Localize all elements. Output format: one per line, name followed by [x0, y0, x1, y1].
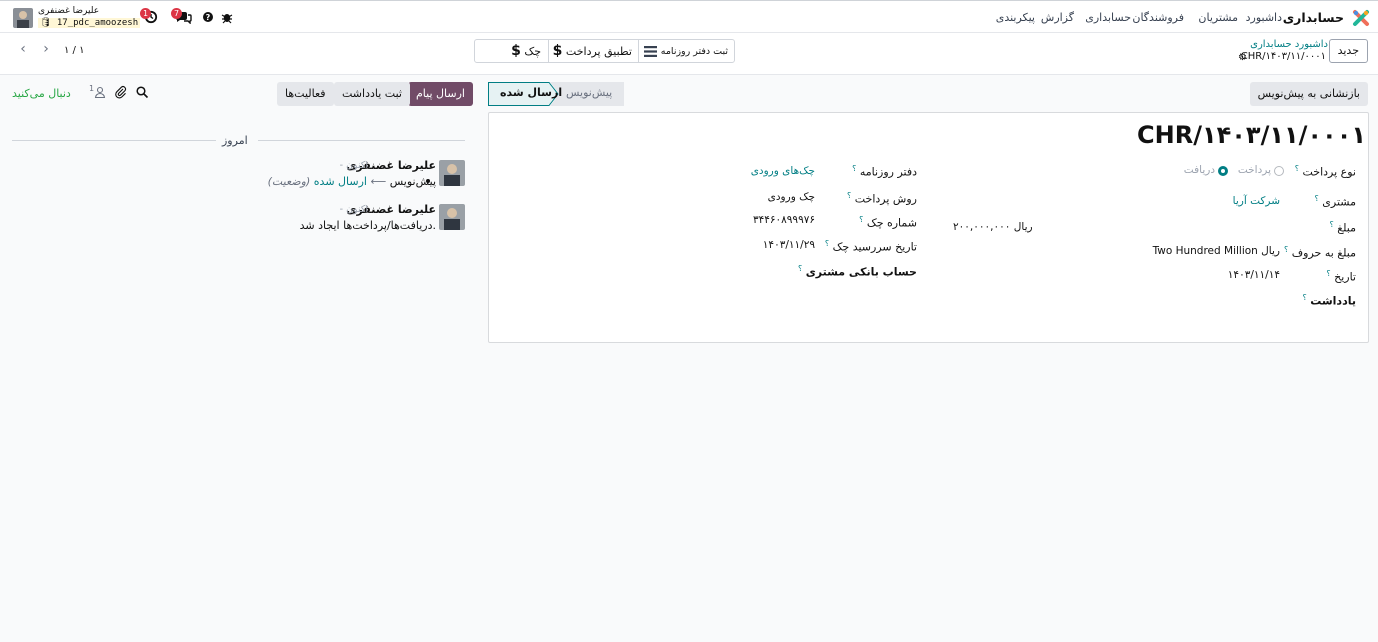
messages-badge: 7: [171, 8, 183, 19]
amount-label: مبلغ ؟: [1329, 220, 1356, 235]
check-button[interactable]: $ چک: [511, 40, 541, 62]
date-separator-today: امروز: [222, 134, 248, 147]
control-panel: جدید داشبورد حسابداری CHR/۱۴۰۳/۱۱/۰۰۰۱ ⚙…: [0, 33, 1378, 75]
amount-value[interactable]: ریال ۲۰۰,۰۰۰,۰۰۰: [953, 221, 1033, 233]
activities-button[interactable]: فعالیت‌ها: [277, 82, 334, 106]
log-note-button[interactable]: ثبت یادداشت: [334, 82, 410, 106]
date-label: تاریخ ؟: [1326, 269, 1356, 284]
database-name: 🛢 17_pdc_amoozesh: [38, 18, 141, 28]
check-due-date-label: تاریخ سررسید چک ؟: [824, 239, 917, 254]
breadcrumb-parent[interactable]: داشبورد حسابداری: [1250, 39, 1328, 50]
journal-entry-button[interactable]: ثبت دفتر روزنامه: [644, 40, 728, 62]
search-icon[interactable]: [135, 85, 149, 99]
svg-text:?: ?: [206, 13, 211, 22]
apply-payment-button[interactable]: $ تطبیق پرداخت: [553, 40, 632, 62]
pager-next-icon[interactable]: ›: [37, 41, 55, 59]
check-due-date-value[interactable]: ۱۴۰۳/۱۱/۲۹: [763, 239, 815, 251]
tracking-change: پیش‌نویس ⟵ ارسال شده (وضعیت): [267, 175, 436, 188]
message-avatar[interactable]: [439, 160, 465, 186]
customer-bank-account-label: حساب بانکی مشتری ؟: [797, 264, 917, 279]
pager-prev-icon[interactable]: ‹: [14, 41, 32, 59]
pager-value[interactable]: ۱ / ۱: [64, 45, 84, 56]
journal-label: دفتر روزنامه ؟: [852, 164, 917, 179]
menu-vendors[interactable]: فروشندگان: [1132, 11, 1184, 24]
help-icon[interactable]: ?: [201, 10, 215, 24]
menu-dashboard[interactable]: داشبورد: [1246, 11, 1282, 24]
separator: [638, 40, 639, 62]
divider: [12, 140, 216, 141]
activity-badge: 1: [140, 8, 152, 19]
reset-to-draft-button[interactable]: بازنشانی به پیش‌نویس: [1249, 82, 1368, 106]
radio-payment[interactable]: [1274, 166, 1284, 176]
stage-posted[interactable]: ارسال شده: [500, 82, 562, 106]
followers-icon[interactable]: [93, 85, 107, 99]
bullet: [426, 179, 430, 183]
separator: [548, 40, 549, 62]
payment-method-value[interactable]: چک ورودی: [768, 191, 815, 203]
breadcrumb-current: CHR/۱۴۰۳/۱۱/۰۰۰۱: [1240, 51, 1326, 62]
payment-method-label: روش پرداخت ؟: [847, 191, 917, 206]
message-time: - اکنون: [339, 160, 368, 171]
bars-icon: [644, 45, 658, 57]
menu-accounting[interactable]: حسابداری: [1085, 11, 1131, 24]
menu-customers[interactable]: مشتریان: [1198, 11, 1238, 24]
gear-icon[interactable]: ⚙: [1238, 52, 1247, 63]
followers-count: 1: [89, 84, 95, 93]
following-button[interactable]: دنبال می‌کنید: [12, 87, 71, 100]
arrow-left-icon: ⟵: [370, 175, 387, 188]
menu-configuration[interactable]: پیکربندی: [996, 11, 1035, 24]
user-avatar[interactable]: [13, 8, 33, 28]
action-buttons: ثبت دفتر روزنامه $ تطبیق پرداخت $ چک: [474, 39, 735, 63]
new-button[interactable]: جدید: [1328, 39, 1368, 63]
debug-bug-icon[interactable]: [220, 10, 234, 24]
check-number-value[interactable]: ۳۴۴۶۰۸۹۹۹۷۶: [753, 214, 815, 226]
journal-value[interactable]: چک‌های ورودی: [751, 165, 815, 177]
app-name[interactable]: حسابداری: [1283, 10, 1344, 25]
customer-value[interactable]: شرکت آریا: [1233, 195, 1280, 207]
user-name[interactable]: علیرضا غضنفری: [38, 6, 99, 16]
radio-receive-label[interactable]: دریافت: [1184, 164, 1215, 176]
paperclip-icon[interactable]: [114, 85, 128, 99]
note-label: یادداشت ؟: [1302, 293, 1356, 308]
radio-payment-label[interactable]: پرداخت: [1238, 164, 1271, 176]
amount-in-words-value: Two Hundred Million ریال: [1152, 245, 1280, 257]
message-avatar[interactable]: [439, 204, 465, 230]
radio-receive[interactable]: [1218, 166, 1228, 176]
stage-draft[interactable]: پیش‌نویس: [566, 82, 612, 106]
check-number-label: شماره چک ؟: [859, 215, 917, 230]
message-time: - اکنون: [339, 204, 368, 215]
record-title: CHR/۱۴۰۳/۱۱/۰۰۰۱: [1137, 121, 1366, 149]
divider: [258, 140, 465, 141]
dollar-icon: $: [511, 43, 521, 59]
message-body: دریافت‌ها/پرداخت‌ها ایجاد شد.: [299, 219, 436, 232]
app-logo-icon[interactable]: [1352, 9, 1370, 27]
top-navbar: حسابداری داشبورد مشتریان فروشندگان حسابد…: [0, 0, 1378, 33]
date-value[interactable]: ۱۴۰۳/۱۱/۱۴: [1228, 269, 1280, 281]
send-message-button[interactable]: ارسال پیام: [408, 82, 473, 106]
dollar-icon: $: [552, 43, 563, 59]
customer-label: مشتری ؟: [1314, 194, 1356, 209]
menu-reports[interactable]: گزارش: [1041, 11, 1074, 24]
payment-type-label: نوع پرداخت ؟: [1294, 164, 1356, 179]
amount-in-words-label: مبلغ به حروف ؟: [1284, 245, 1356, 260]
